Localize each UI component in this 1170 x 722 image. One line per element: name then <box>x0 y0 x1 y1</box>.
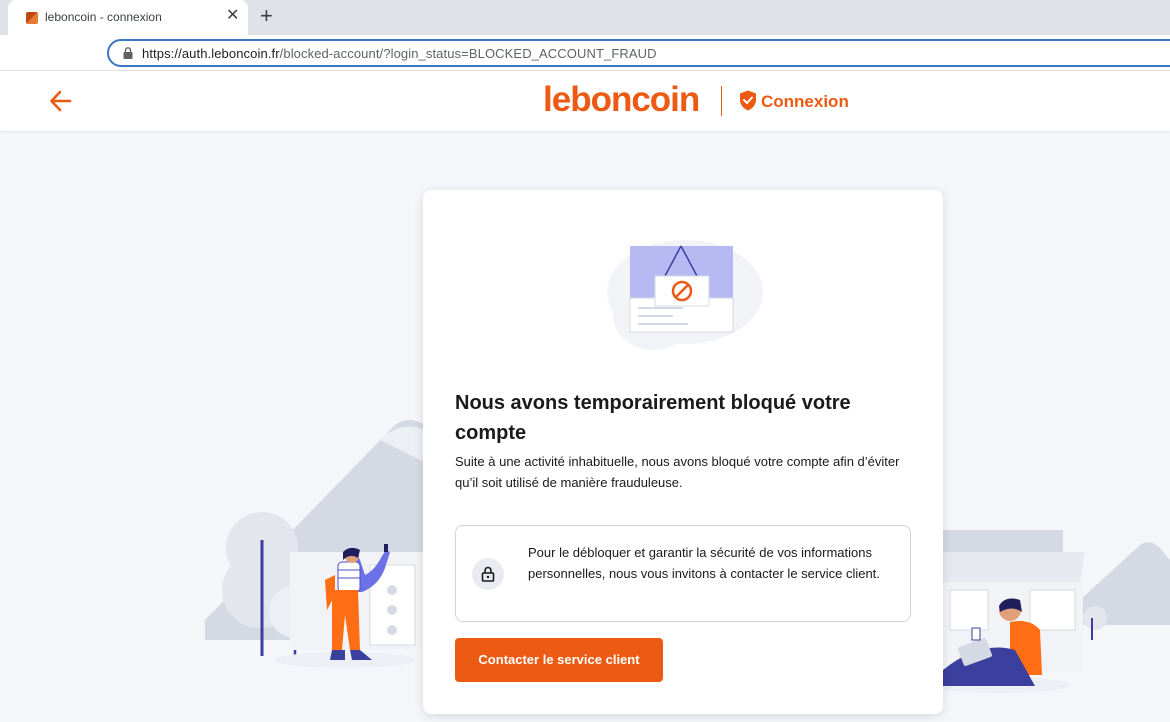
address-bar: https://auth.leboncoin.fr/blocked-accoun… <box>0 35 1170 71</box>
tab-title: leboncoin - connexion <box>45 10 162 24</box>
contact-support-button[interactable]: Contacter le service client <box>455 638 663 682</box>
favicon-icon <box>26 12 38 24</box>
new-tab-button[interactable]: + <box>260 4 273 28</box>
leboncoin-logo[interactable]: leboncoin <box>543 80 700 120</box>
card-description: Suite à une activité inhabituelle, nous … <box>455 454 900 490</box>
shield-check-icon <box>740 90 756 111</box>
url-input[interactable]: https://auth.leboncoin.fr/blocked-accoun… <box>107 39 1170 67</box>
info-box: Pour le débloquer et garantir la sécurit… <box>455 525 911 622</box>
section-label: Connexion <box>761 92 849 111</box>
browser-tab[interactable]: leboncoin - connexion ✕ <box>8 0 248 35</box>
header-divider <box>721 86 722 116</box>
tab-close-icon[interactable]: ✕ <box>226 6 239 26</box>
url-host: https://auth.leboncoin.fr <box>142 46 280 61</box>
url-path: /blocked-account/?login_status=BLOCKED_A… <box>279 46 657 61</box>
lock-icon <box>472 558 504 590</box>
url-text: https://auth.leboncoin.fr/blocked-accoun… <box>142 46 657 61</box>
site-header: leboncoin Connexion <box>0 71 1170 131</box>
blocked-sign-illustration <box>607 240 763 350</box>
info-text: Pour le débloquer et garantir la sécurit… <box>528 545 880 581</box>
arrow-left-icon[interactable] <box>48 88 74 114</box>
blocked-account-card: Nous avons temporairement bloqué votre c… <box>423 190 943 714</box>
card-title: Nous avons temporairement bloqué votre c… <box>455 392 851 444</box>
lock-icon <box>123 47 133 59</box>
browser-tab-bar: leboncoin - connexion ✕ + <box>0 0 1170 35</box>
